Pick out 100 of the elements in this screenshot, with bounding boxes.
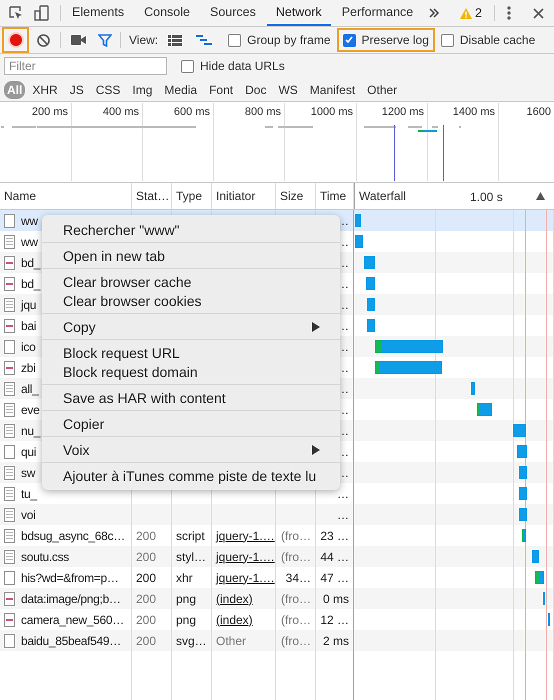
inspect-icon[interactable] [8,5,24,21]
column-header[interactable]: Initiator [212,183,276,209]
menu-item[interactable]: Save as HAR with content [42,388,340,407]
request-name[interactable]: his?wd=&from=p… [21,570,119,584]
request-name[interactable]: soutu.css [21,550,69,564]
type-filter[interactable]: Font [204,82,238,98]
option-checkbox[interactable]: Group by frame [222,28,337,52]
waterfall-bar [375,361,442,374]
table-cell: 23 … [320,528,349,542]
request-name[interactable]: ww [21,234,38,248]
menu-item[interactable]: Rechercher "www" [42,220,340,239]
clear-icon[interactable] [37,34,50,46]
request-name[interactable]: jqu [21,298,36,312]
type-filter[interactable]: XHR [27,82,63,98]
panel-tab[interactable]: Sources [200,0,265,26]
type-filter[interactable]: Media [159,82,202,98]
waterfall-bar [522,529,526,542]
initiator-link[interactable]: (index) [216,592,253,606]
sort-arrow-icon[interactable] [536,192,545,200]
request-name[interactable]: data:image/png;b… [21,592,121,606]
record-button[interactable] [2,27,29,53]
option-checkbox[interactable]: Preserve log [336,28,435,52]
menu-item-label: Rechercher "www" [63,222,180,238]
filter-icon[interactable] [98,34,112,46]
menu-item[interactable]: Copy [42,317,340,336]
type-filter[interactable]: JS [64,82,89,98]
waterfall-bar [471,382,475,395]
table-cell: svg… [176,634,207,648]
menu-item-label: Block request domain [63,364,198,380]
request-name[interactable]: ww [21,214,38,228]
table-cell: 200 [136,612,156,626]
table-cell: script [176,528,205,542]
type-filter[interactable]: Manifest [304,82,360,98]
table-cell: (fro… [281,528,311,542]
more-tabs-icon[interactable] [428,7,440,19]
initiator-link[interactable]: jquery-1.… [216,550,275,564]
request-name[interactable]: bai [21,318,36,332]
menu-icon[interactable] [507,6,511,20]
submenu-arrow-icon [312,322,320,332]
type-filter[interactable]: Other [362,82,402,98]
table-cell: (fro… [281,634,311,648]
request-name[interactable]: bdsug_async_68c… [21,528,125,542]
tick-label: 600 ms [174,106,210,118]
request-name[interactable]: camera_new_560… [21,612,124,626]
table-cell: … [337,508,349,522]
request-name[interactable]: bd_ [21,256,40,270]
filter-field[interactable]: Filter [4,57,167,75]
waterfall-bar [355,214,361,227]
menu-item[interactable]: Block request domain [42,362,340,381]
request-name[interactable]: voi [21,508,36,522]
table-cell: xhr [176,570,193,584]
menu-item[interactable]: Ajouter à iTunes comme piste de texte lu [42,466,340,485]
type-filter[interactable]: WS [273,82,303,98]
request-name[interactable]: zbi [21,360,36,374]
request-name[interactable]: sw [21,466,36,480]
submenu-arrow-icon [312,444,320,454]
close-icon[interactable] [533,8,544,18]
waterfall-bar [355,235,363,248]
table-cell: (fro… [281,550,311,564]
menu-item[interactable]: Clear browser cache [42,272,340,291]
menu-item[interactable]: Open in new tab [42,246,340,265]
type-filter[interactable]: Img [127,82,158,98]
request-name[interactable]: tu_ [21,486,37,500]
initiator-link[interactable]: jquery-1.… [216,528,275,542]
column-header[interactable]: Time [316,183,354,209]
type-filter[interactable]: CSS [90,82,126,98]
menu-item[interactable]: Copier [42,414,340,433]
menu-item[interactable]: Block request URL [42,343,340,362]
menu-item-label: Block request URL [63,344,180,360]
list-view-icon[interactable] [168,34,182,46]
tick-label: 1400 ms [452,106,495,118]
table-cell: (fro… [281,612,311,626]
option-checkbox[interactable]: Disable cache [434,28,542,52]
table-cell: 200 [136,570,156,584]
panel-tab[interactable]: Console [135,0,199,26]
request-name[interactable]: qui [21,444,36,458]
camera-icon[interactable] [71,35,86,45]
waterfall-bar [519,508,527,521]
panel-tab[interactable]: Elements [63,0,134,26]
menu-item-label: Clear browser cookies [63,292,202,308]
hide-data-urls-checkbox[interactable]: Hide data URLs [175,54,291,78]
column-header[interactable]: Size [276,183,316,209]
type-filter[interactable]: Doc [240,82,272,98]
request-name[interactable]: bd_ [21,276,40,290]
menu-item[interactable]: Voix [42,440,340,459]
column-header[interactable]: Name [0,183,132,209]
request-name[interactable]: all_ [21,382,38,396]
panel-tab[interactable]: Performance [332,0,422,26]
device-icon[interactable] [34,5,50,21]
request-name[interactable]: ico [21,340,36,354]
column-header[interactable]: Stat… [132,183,172,209]
column-header[interactable]: Type [172,183,212,209]
waterfall-view-icon[interactable] [196,34,212,46]
request-name[interactable]: baidu_85beaf549… [21,634,121,648]
request-name[interactable]: nu_ [21,424,40,438]
initiator-link[interactable]: jquery-1.… [216,570,275,584]
request-name[interactable]: eve [21,402,40,416]
initiator-link[interactable]: (index) [216,612,253,626]
menu-item[interactable]: Clear browser cookies [42,291,340,310]
waterfall-bar [364,256,375,269]
